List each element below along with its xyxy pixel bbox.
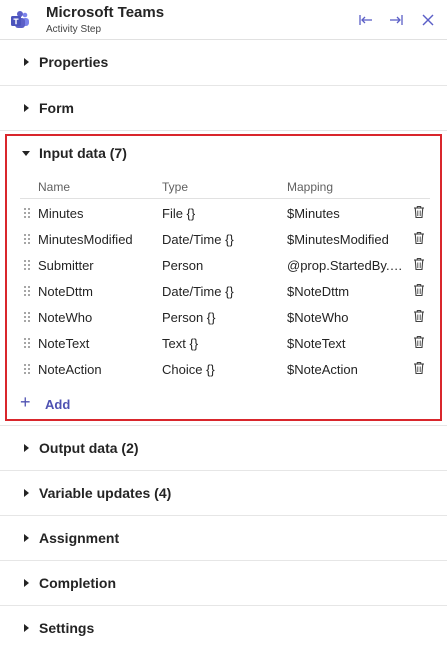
row-type: File {} [162, 206, 196, 221]
section-assignment-header[interactable]: Assignment [0, 516, 447, 560]
row-mapping: $NoteWho [287, 310, 349, 325]
delete-icon[interactable] [413, 283, 425, 297]
row-mapping: @prop.StartedBy.P... [287, 258, 407, 273]
row-type: Choice {} [162, 362, 215, 377]
delete-icon[interactable] [413, 361, 425, 375]
table-header-divider [20, 198, 430, 199]
section-completion-title: Completion [39, 575, 116, 591]
section-variable-updates-header[interactable]: Variable updates (4) [0, 471, 447, 515]
drag-handle-icon[interactable] [24, 208, 30, 218]
row-type: Date/Time {} [162, 284, 234, 299]
table-row[interactable]: Submitter Person @prop.StartedBy.P... [20, 252, 430, 278]
section-output-data-header[interactable]: Output data (2) [0, 426, 447, 470]
chevron-right-icon [24, 444, 29, 452]
chevron-right-icon [24, 534, 29, 542]
table-row[interactable]: MinutesModified Date/Time {} $MinutesModif… [20, 226, 430, 252]
section-form-header[interactable]: Form [0, 86, 447, 130]
section-properties-title: Properties [39, 54, 109, 70]
delete-icon[interactable] [413, 335, 425, 349]
section-output-data-title: Output data (2) [39, 440, 139, 456]
drag-handle-icon[interactable] [24, 338, 30, 348]
delete-icon[interactable] [413, 205, 425, 219]
table-row[interactable]: NoteDttm Date/Time {} $NoteDttm [20, 278, 430, 304]
section-properties-header[interactable]: Properties [0, 40, 447, 84]
row-type: Date/Time {} [162, 232, 234, 247]
delete-icon[interactable] [413, 231, 425, 245]
section-output-data: Output data (2) [0, 426, 447, 471]
row-mapping: $MinutesModified [287, 232, 389, 247]
drag-handle-icon[interactable] [24, 286, 30, 296]
row-mapping: $NoteText [287, 336, 346, 351]
section-completion: Completion [0, 561, 447, 606]
section-assignment: Assignment [0, 516, 447, 561]
row-name: NoteWho [38, 310, 93, 325]
chevron-right-icon [24, 489, 29, 497]
row-mapping: $NoteDttm [287, 284, 350, 299]
row-type: Person [162, 258, 204, 273]
plus-icon: + [20, 392, 31, 412]
panel-header: Microsoft Teams Activity Step [0, 0, 447, 40]
column-header-type: Type [162, 180, 189, 194]
panel-subtitle: Activity Step [46, 24, 102, 35]
chevron-right-icon [24, 579, 29, 587]
delete-icon[interactable] [413, 257, 425, 271]
table-row[interactable]: NoteAction Choice {} $NoteAction [20, 356, 430, 382]
section-settings-header[interactable]: Settings [0, 606, 447, 646]
row-name: Minutes [38, 206, 84, 221]
row-name: NoteDttm [38, 284, 93, 299]
collapse-left-icon[interactable] [356, 10, 376, 30]
chevron-right-icon [24, 624, 29, 632]
row-name: MinutesModified [38, 232, 133, 247]
delete-icon[interactable] [413, 309, 425, 323]
section-variable-updates-title: Variable updates (4) [39, 485, 172, 501]
section-completion-header[interactable]: Completion [0, 561, 447, 605]
row-mapping: $Minutes [287, 206, 340, 221]
section-variable-updates: Variable updates (4) [0, 471, 447, 516]
section-settings: Settings [0, 606, 447, 646]
row-type: Text {} [162, 336, 199, 351]
row-mapping: $NoteAction [287, 362, 358, 377]
chevron-right-icon [24, 104, 29, 112]
section-settings-title: Settings [39, 620, 95, 636]
close-icon[interactable] [418, 10, 438, 30]
chevron-right-icon [24, 58, 29, 66]
section-input-data-header[interactable]: Input data (7) [0, 131, 447, 171]
chevron-down-icon [22, 151, 30, 156]
table-row[interactable]: NoteText Text {} $NoteText [20, 330, 430, 356]
drag-handle-icon[interactable] [24, 234, 30, 244]
row-type: Person {} [162, 310, 216, 325]
section-input-data-title: Input data (7) [39, 145, 127, 161]
panel-title: Microsoft Teams [46, 4, 165, 21]
column-header-mapping: Mapping [287, 180, 334, 194]
section-properties: Properties [0, 40, 447, 86]
table-row[interactable]: NoteWho Person {} $NoteWho [20, 304, 430, 330]
row-name: NoteAction [38, 362, 102, 377]
table-row[interactable]: Minutes File {} $Minutes [20, 200, 430, 226]
row-name: Submitter [38, 258, 94, 273]
column-header-name: Name [38, 180, 71, 194]
section-form: Form [0, 86, 447, 131]
section-assignment-title: Assignment [39, 530, 120, 546]
collapse-right-icon[interactable] [386, 10, 406, 30]
drag-handle-icon[interactable] [24, 364, 30, 374]
drag-handle-icon[interactable] [24, 260, 30, 270]
section-form-title: Form [39, 100, 74, 116]
drag-handle-icon[interactable] [24, 312, 30, 322]
row-name: NoteText [38, 336, 90, 351]
add-input-label: Add [45, 397, 71, 412]
teams-logo-icon [10, 10, 30, 30]
